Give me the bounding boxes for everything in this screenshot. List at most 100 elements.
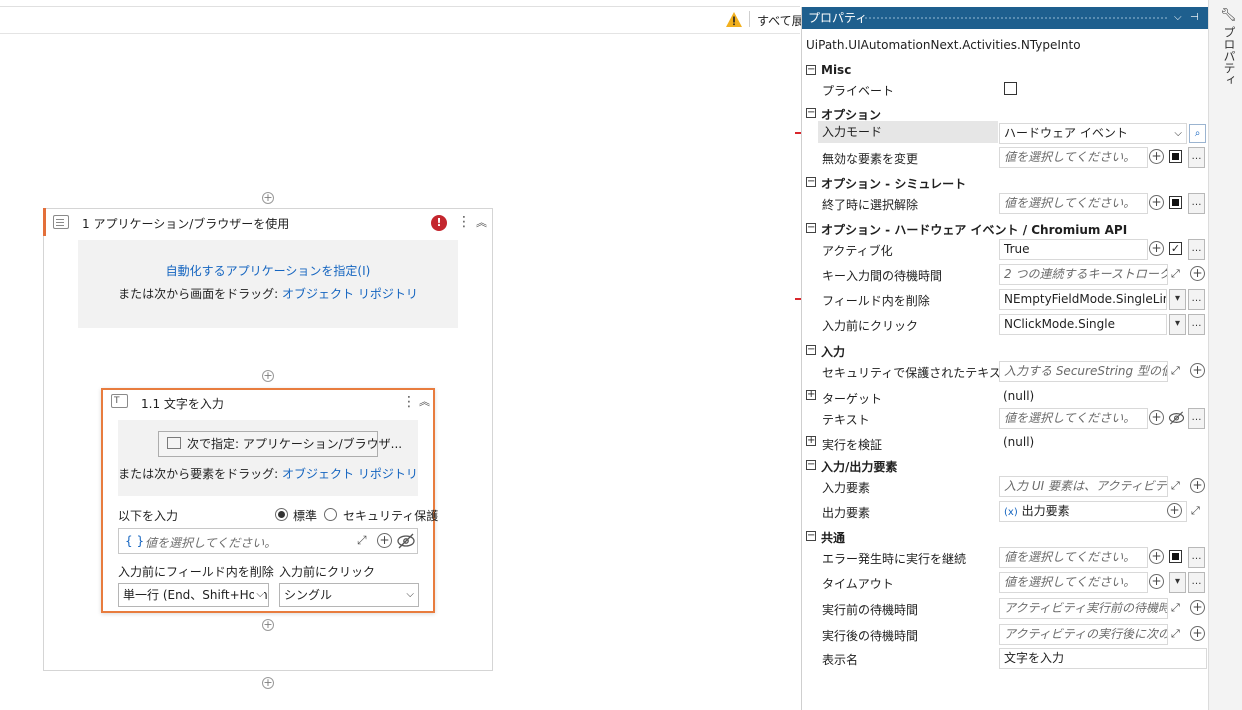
collapse-box-icon[interactable]: − xyxy=(806,460,816,470)
object-repository-link[interactable]: オブジェクト リポジトリ xyxy=(282,467,418,481)
secure-radio[interactable] xyxy=(324,508,337,521)
chevron-down-icon: ⌵ xyxy=(1174,128,1182,139)
expand-editor-icon[interactable]: ⤢ xyxy=(1171,601,1180,615)
ellipsis-button[interactable]: … xyxy=(1188,147,1205,168)
property-input-element: 入力要素 入力 UI 要素は、アクティビティを実行する ⤢ + xyxy=(802,474,1208,499)
plus-menu-icon[interactable]: + xyxy=(1190,266,1205,281)
empty-field-input[interactable]: NEmptyFieldMode.SingleLine xyxy=(999,289,1167,310)
add-activity-plus-icon[interactable]: + xyxy=(262,370,274,382)
activity-header[interactable]: T 1.1 文字を入力 ⋮ ︽ xyxy=(103,390,433,414)
plus-menu-icon[interactable]: + xyxy=(1149,549,1164,564)
empty-field-dropdown[interactable]: 単一行 (End、Shift+Home、Del) ⌵ xyxy=(118,583,269,607)
collapse-box-icon[interactable]: − xyxy=(806,531,816,541)
deselect-at-end-input[interactable]: 値を選択してください。 xyxy=(999,193,1148,214)
expand-editor-icon[interactable]: ⤢ xyxy=(1171,627,1180,641)
text-input[interactable]: 値を選択してください。 xyxy=(999,408,1148,429)
click-before-dropdown[interactable]: シングル ⌵ xyxy=(279,583,419,607)
more-options-icon[interactable]: ⋮ xyxy=(402,395,416,409)
expand-editor-icon[interactable]: ⤢ xyxy=(1191,504,1200,518)
expand-box-icon[interactable]: + xyxy=(806,390,816,400)
activity-header[interactable]: 1 アプリケーション/ブラウザーを使用 ! ⋮ ︽ xyxy=(44,209,492,237)
plus-menu-icon[interactable]: + xyxy=(377,533,392,548)
chevron-down-icon[interactable]: ⌵ xyxy=(1174,7,1182,29)
delay-between-keys-input[interactable]: 2 つの連続するキーストローク間の待機時間 xyxy=(999,264,1168,285)
indicate-application-link[interactable]: 自動化するアプリケーションを指定(I) xyxy=(78,262,458,279)
collapse-box-icon[interactable]: − xyxy=(806,65,816,75)
output-element-input[interactable]: (x) 出力要素 xyxy=(999,501,1187,522)
ellipsis-button[interactable]: … xyxy=(1188,547,1205,568)
properties-panel: プロパティ ⌵ ⊣ UiPath.UIAutomationNext.Activi… xyxy=(801,7,1208,710)
properties-side-tab[interactable]: 🔧︎ プロパティ xyxy=(1208,0,1242,710)
activate-checkbox[interactable]: ✓ xyxy=(1169,242,1182,255)
collapse-box-icon[interactable]: − xyxy=(806,177,816,187)
property-label: 入力モード xyxy=(818,121,998,143)
plus-menu-icon[interactable]: + xyxy=(1190,478,1205,493)
dropdown-button[interactable]: ▾ xyxy=(1169,289,1186,310)
delay-before-input[interactable]: アクティビティ実行前の待機時間です。 xyxy=(999,598,1168,619)
collapse-icon[interactable]: ︽ xyxy=(419,395,431,409)
expand-editor-icon[interactable]: ⤢ xyxy=(357,533,367,548)
input-element-input[interactable]: 入力 UI 要素は、アクティビティを実行する xyxy=(999,476,1168,497)
add-activity-plus-icon[interactable]: + xyxy=(262,677,274,689)
collapse-box-icon[interactable]: − xyxy=(806,345,816,355)
type-into-activity[interactable]: T 1.1 文字を入力 ⋮ ︽ 次で指定: アプリケーション/ブラウザ... ま… xyxy=(101,388,438,613)
collapse-icon[interactable]: ︽ xyxy=(476,216,488,230)
expand-editor-icon[interactable]: ⤢ xyxy=(1171,267,1180,281)
more-options-icon[interactable]: ⋮ xyxy=(457,215,471,229)
private-checkbox[interactable] xyxy=(1004,82,1017,95)
continue-on-error-input[interactable]: 値を選択してください。 xyxy=(999,547,1148,568)
ellipsis-button[interactable]: … xyxy=(1188,239,1205,260)
display-name-input[interactable]: 文字を入力 xyxy=(999,648,1207,669)
indeterminate-checkbox[interactable] xyxy=(1169,150,1182,163)
collapse-box-icon[interactable]: − xyxy=(806,108,816,118)
hide-eye-icon[interactable] xyxy=(1168,411,1185,425)
pin-icon[interactable]: ⊣ xyxy=(1190,7,1199,29)
warning-icon[interactable] xyxy=(726,12,742,27)
dropdown-button[interactable]: ▾ xyxy=(1169,314,1186,335)
collapse-box-icon[interactable]: − xyxy=(806,223,816,233)
hide-eye-icon[interactable] xyxy=(397,533,415,549)
input-mode-dropdown[interactable]: ハードウェア イベント ⌵ xyxy=(999,123,1187,144)
expand-editor-icon[interactable]: ⤢ xyxy=(1171,479,1180,493)
delay-after-input[interactable]: アクティビティの実行後に次のアクティビティ xyxy=(999,624,1168,645)
plus-menu-icon[interactable]: + xyxy=(1149,241,1164,256)
plus-menu-icon[interactable]: + xyxy=(1167,503,1182,518)
plus-menu-icon[interactable]: + xyxy=(1190,363,1205,378)
ellipsis-button[interactable]: … xyxy=(1188,314,1205,335)
dropdown-button[interactable]: ▾ xyxy=(1169,572,1186,593)
ellipsis-button[interactable]: … xyxy=(1188,193,1205,214)
search-target-icon[interactable]: ⌕ xyxy=(1189,124,1206,143)
plus-menu-icon[interactable]: + xyxy=(1149,574,1164,589)
drag-hint: または次から要素をドラッグ: オブジェクト リポジトリ xyxy=(118,465,418,482)
property-secure-text: セキュリティで保護されたテキスト 入力する SecureString 型の値です… xyxy=(802,359,1208,384)
standard-radio[interactable] xyxy=(275,508,288,521)
plus-menu-icon[interactable]: + xyxy=(1149,410,1164,425)
click-before-value: シングル xyxy=(284,588,333,602)
add-activity-plus-icon[interactable]: + xyxy=(262,619,274,631)
ellipsis-button[interactable]: … xyxy=(1188,572,1205,593)
plus-menu-icon[interactable]: + xyxy=(1190,600,1205,615)
object-repository-link[interactable]: オブジェクト リポジトリ xyxy=(282,287,418,301)
properties-title-bar: プロパティ ⌵ ⊣ xyxy=(802,7,1208,29)
activate-input[interactable]: True xyxy=(999,239,1148,260)
category-label: 共通 xyxy=(821,531,846,545)
click-before-input[interactable]: NClickMode.Single xyxy=(999,314,1167,335)
property-label: キー入力間の待機時間 xyxy=(822,269,943,283)
indicate-target-button[interactable]: 次で指定: アプリケーション/ブラウザ... xyxy=(158,431,402,457)
indeterminate-checkbox[interactable] xyxy=(1169,550,1182,563)
plus-menu-icon[interactable]: + xyxy=(1190,626,1205,641)
indeterminate-checkbox[interactable] xyxy=(1169,196,1182,209)
alter-disabled-input[interactable]: 値を選択してください。 xyxy=(999,147,1148,168)
ellipsis-button[interactable]: … xyxy=(1188,408,1205,429)
text-input[interactable]: { } 値を選択してください。 ⤢ + xyxy=(118,528,418,554)
expand-editor-icon[interactable]: ⤢ xyxy=(1171,364,1180,378)
add-activity-plus-icon[interactable]: + xyxy=(262,192,274,204)
error-icon[interactable]: ! xyxy=(431,215,447,231)
plus-menu-icon[interactable]: + xyxy=(1149,149,1164,164)
expand-box-icon[interactable]: + xyxy=(806,436,816,446)
timeout-input[interactable]: 値を選択してください。 xyxy=(999,572,1148,593)
expand-all-button[interactable]: すべて展 xyxy=(757,12,804,29)
secure-text-input[interactable]: 入力する SecureString 型の値です。 xyxy=(999,361,1168,382)
plus-menu-icon[interactable]: + xyxy=(1149,195,1164,210)
ellipsis-button[interactable]: … xyxy=(1188,289,1205,310)
